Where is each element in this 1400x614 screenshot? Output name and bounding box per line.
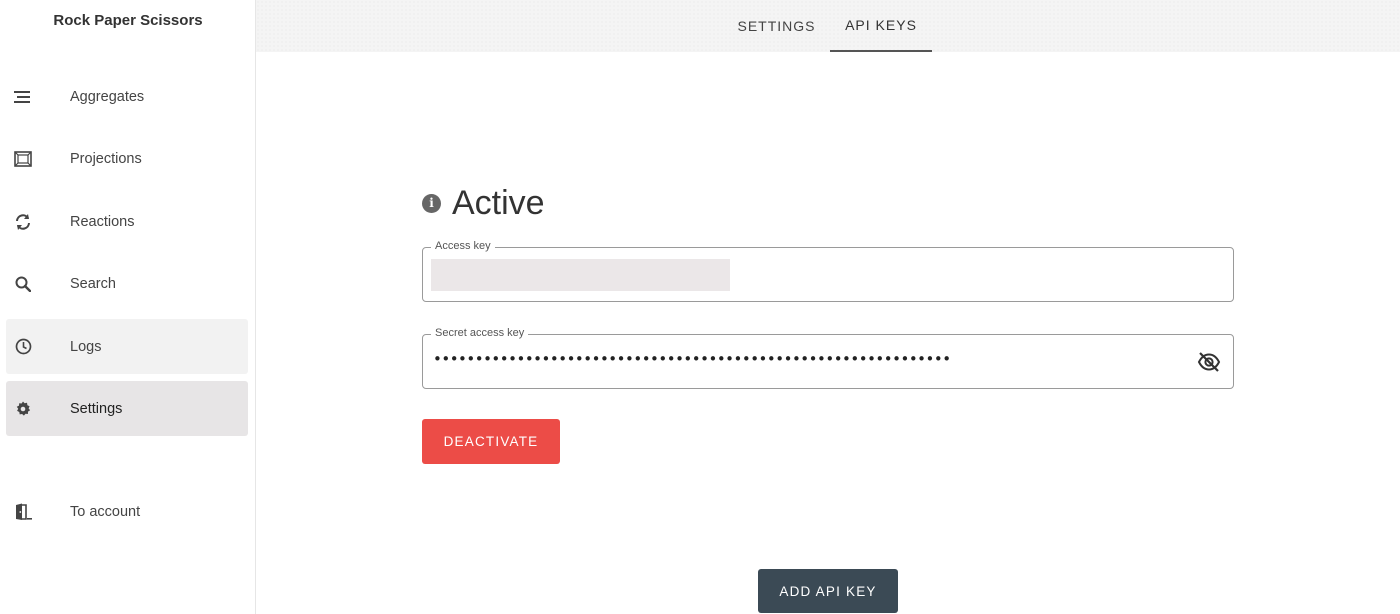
secret-key-field[interactable]: Secret access key ••••••••••••••••••••••… [422,327,1234,389]
add-api-key-button[interactable]: ADD API KEY [758,569,898,613]
sidebar-item-search[interactable]: Search [6,256,248,311]
sidebar-item-reactions[interactable]: Reactions [6,194,248,249]
tab-api-keys[interactable]: API KEYS [830,0,932,52]
sidebar-item-logs[interactable]: Logs [6,319,248,374]
refresh-icon [12,211,34,233]
projection-icon [12,148,34,170]
clock-icon [12,336,34,358]
sidebar-item-label: To account [70,503,141,520]
sidebar-item-label: Reactions [70,213,135,230]
deactivate-button[interactable]: DEACTIVATE [422,419,560,464]
access-key-value-redacted [431,259,730,291]
door-icon [12,501,34,523]
sidebar-item-to-account[interactable]: To account [6,484,248,539]
status-heading-text: Active [452,183,545,222]
sidebar-item-projections[interactable]: Projections [6,131,248,186]
tab-settings[interactable]: SETTINGS [726,0,827,52]
search-icon [12,273,34,295]
access-key-field[interactable]: Access key [422,240,1234,302]
list-icon [12,86,34,108]
sidebar-item-label: Logs [70,338,102,355]
app-title: Rock Paper Scissors [53,12,203,29]
eye-off-icon[interactable] [1197,351,1221,373]
gear-icon [12,398,34,420]
status-heading: i Active [422,182,545,224]
access-key-label: Access key [431,240,495,252]
sidebar-item-settings[interactable]: Settings [6,381,248,436]
sidebar-item-aggregates[interactable]: Aggregates [6,69,248,124]
sidebar: Rock Paper Scissors Aggregates Projectio… [0,0,256,614]
sidebar-item-label: Search [70,275,116,292]
sidebar-item-label: Aggregates [70,88,145,105]
sidebar-item-label: Settings [70,400,123,417]
secret-key-label: Secret access key [431,327,529,339]
sidebar-item-label: Projections [70,150,142,167]
info-icon[interactable]: i [422,193,441,213]
tab-bar: SETTINGS API KEYS [256,0,1400,52]
secret-key-value: ••••••••••••••••••••••••••••••••••••••••… [433,350,951,368]
